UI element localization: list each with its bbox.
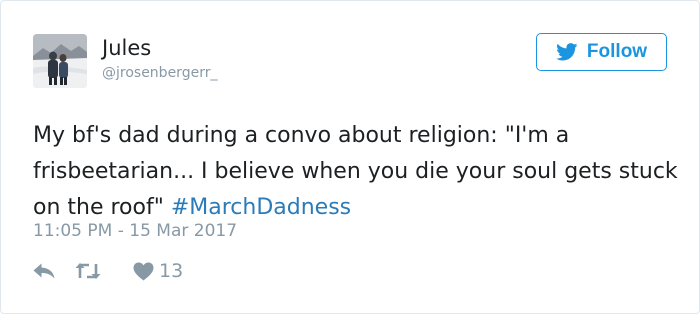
like-count: 13 — [159, 260, 184, 282]
tweet-text: My bf's dad during a convo about religio… — [33, 118, 683, 226]
tweet-body: My bf's dad during a convo about religio… — [33, 123, 678, 220]
reply-button[interactable] — [33, 263, 55, 279]
avatar[interactable] — [33, 34, 87, 88]
reply-icon — [33, 263, 55, 279]
tweet-card: Jules @jrosenbergerr_ Follow My bf's dad… — [0, 0, 700, 314]
retweet-icon — [75, 263, 101, 279]
heart-icon — [133, 262, 154, 280]
tweet-timestamp[interactable]: 11:05 PM - 15 Mar 2017 — [33, 220, 237, 242]
retweet-button[interactable] — [75, 262, 101, 280]
follow-label: Follow — [586, 41, 648, 62]
avatar-photo — [33, 34, 87, 88]
follow-button[interactable]: Follow — [536, 33, 667, 71]
tweet-actions: 13 — [33, 258, 183, 284]
twitter-bird-icon — [556, 43, 578, 61]
like-button[interactable]: 13 — [133, 260, 183, 282]
user-handle[interactable]: @jrosenbergerr_ — [102, 64, 217, 82]
display-name[interactable]: Jules — [102, 35, 151, 61]
hashtag-link[interactable]: #MarchDadness — [171, 195, 351, 220]
